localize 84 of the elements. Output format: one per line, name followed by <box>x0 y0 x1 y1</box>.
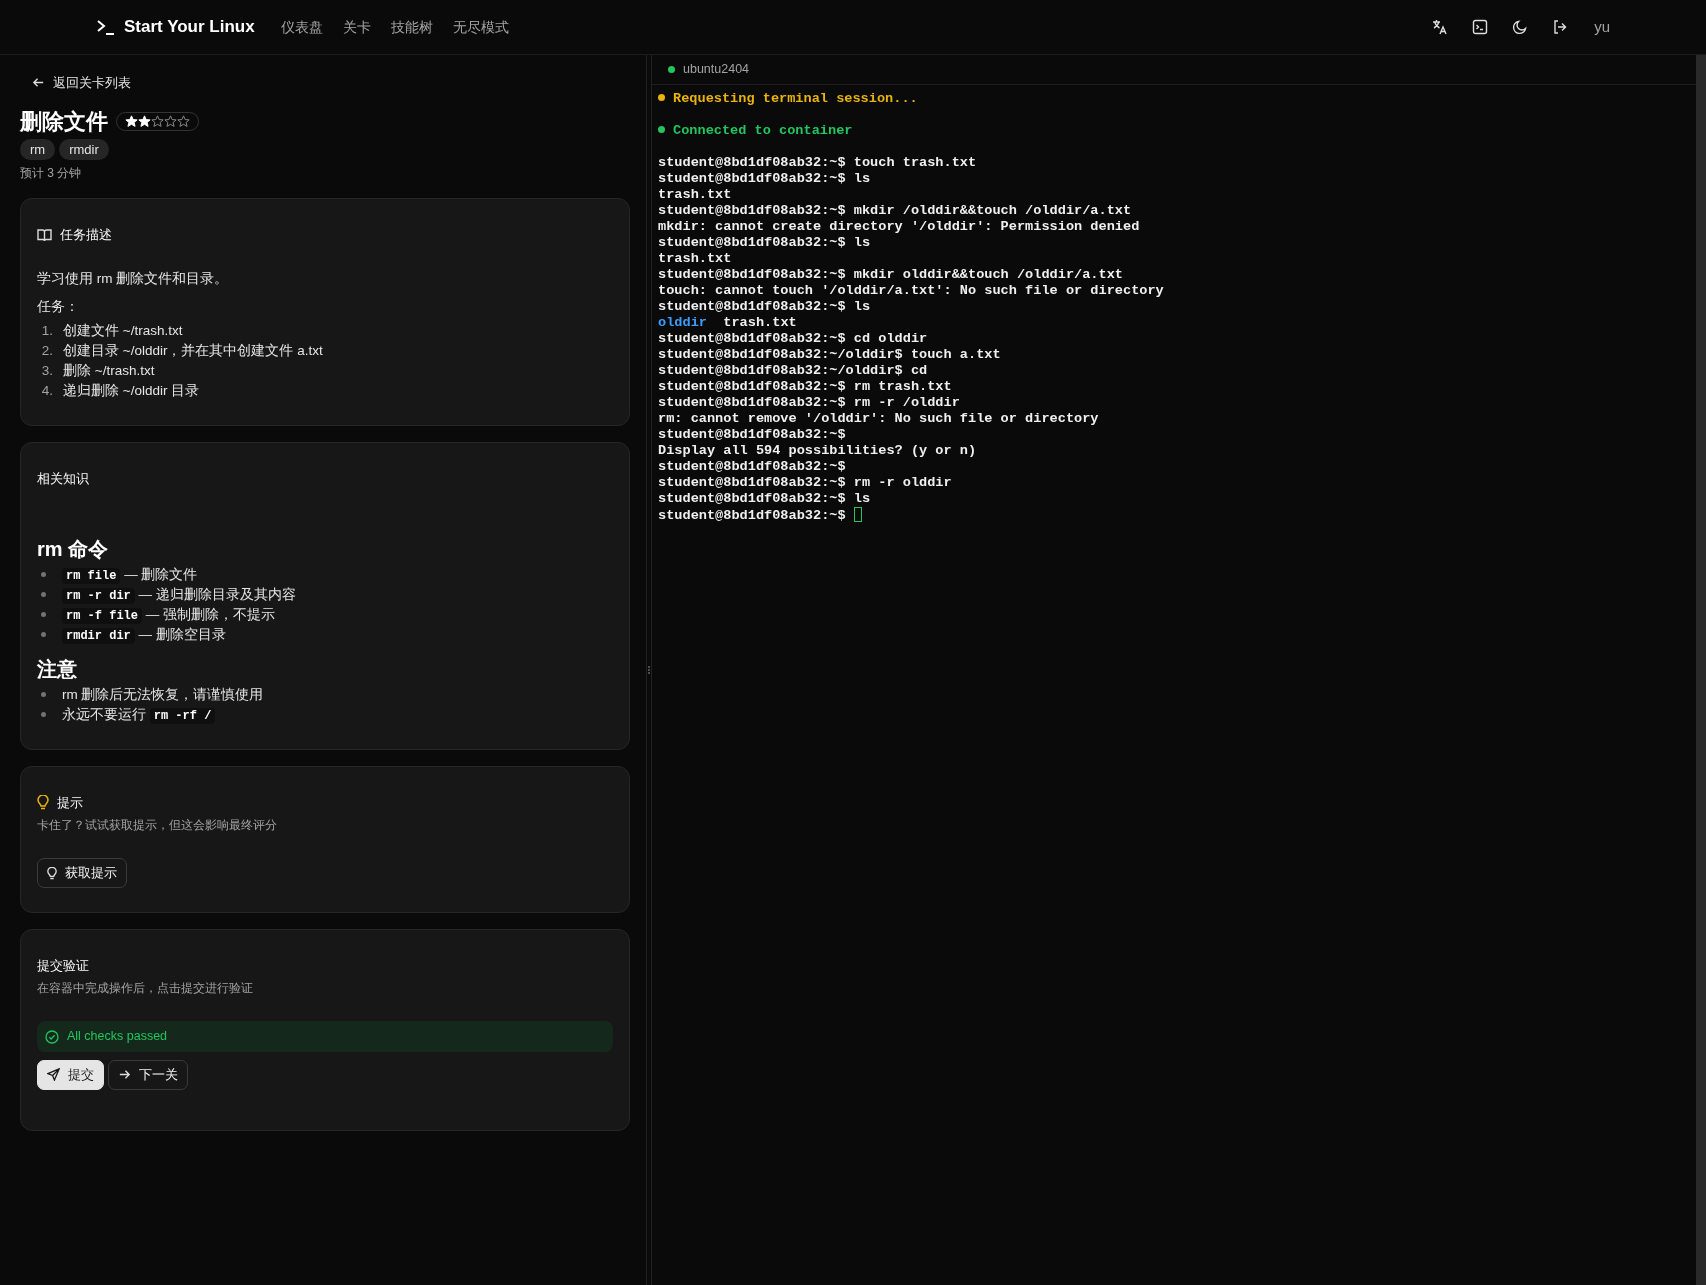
terminal-line: trash.txt <box>658 187 732 202</box>
status-line: Connected to container <box>658 123 853 138</box>
get-hint-button[interactable]: 获取提示 <box>37 858 127 888</box>
terminal-line: Display all 594 possibilities? (y or n) <box>658 443 977 458</box>
filled-star-icon <box>138 115 151 129</box>
level-title: 删除文件 <box>20 108 108 135</box>
card-title: 任务描述 <box>60 226 112 245</box>
terminal-line: trash.txt <box>658 251 732 266</box>
list-number: 3. <box>40 362 54 381</box>
terminal-line: student@8bd1df08ab32:~$ touch trash.txt <box>658 155 977 170</box>
tag: rmdir <box>59 138 109 161</box>
bullet <box>41 592 46 598</box>
lightbulb-icon <box>47 866 57 880</box>
list-number: 4. <box>40 382 54 401</box>
status-line: Requesting terminal session... <box>658 91 918 106</box>
terminal-line: student@8bd1df08ab32:~/olddir$ cd <box>658 363 928 378</box>
estimate-text: 预计 3 分钟 <box>20 165 83 183</box>
card-title: 相关知识 <box>37 470 90 489</box>
card-title: 提交验证 <box>37 956 90 975</box>
terminal-line: student@8bd1df08ab32:~$ cd olddir <box>658 331 928 346</box>
file-name: trash.txt <box>723 315 797 330</box>
task-item: 创建目录 ~/olddir，并在其中创建文件 a.txt <box>63 342 323 361</box>
task-item: 创建文件 ~/trash.txt <box>63 322 183 341</box>
terminal-line: student@8bd1df08ab32:~$ ls <box>658 491 871 506</box>
terminal-line: student@8bd1df08ab32:~$ ls <box>658 171 871 186</box>
list-number: 2. <box>40 342 54 361</box>
list-item: rmdir dir — 删除空目录 <box>62 624 226 645</box>
list-item: rm -r dir — 递归删除目录及其内容 <box>62 584 296 605</box>
back-link[interactable]: 返回关卡列表 <box>20 73 131 93</box>
terminal-line: student@8bd1df08ab32:~/olddir$ touch a.txt <box>658 347 1001 362</box>
bullet <box>41 712 46 718</box>
terminal-line: student@8bd1df08ab32:~$ <box>658 508 846 523</box>
terminal-prompt-icon <box>96 18 116 36</box>
directory-name: olddir <box>658 315 707 330</box>
tasks-label: 任务： <box>37 298 80 317</box>
description-text: 学习使用 rm 删除文件和目录。 <box>37 269 230 288</box>
logo-text[interactable]: Start Your Linux <box>124 14 255 40</box>
section-heading: rm 命令 <box>37 536 110 561</box>
section-heading: 注意 <box>37 656 78 681</box>
list-number: 1. <box>40 322 54 341</box>
terminal-line: student@8bd1df08ab32:~$ mkdir /olddir&&touch /olddir/a.txt <box>658 203 1132 218</box>
bullet <box>41 692 46 698</box>
nav-link[interactable]: 仪表盘 <box>270 16 333 38</box>
hint-description: 卡住了？试试获取提示，但这会影响最终评分 <box>37 817 278 835</box>
card-title: 提示 <box>57 793 83 812</box>
empty-star-icon <box>164 115 177 129</box>
terminal-line: mkdir: cannot create directory '/olddir': Permission denied <box>658 219 1140 234</box>
terminal-line: student@8bd1df08ab32:~$ ls <box>658 235 871 250</box>
nav-link[interactable]: 技能树 <box>380 16 443 38</box>
submit-description: 在容器中完成操作后，点击提交进行验证 <box>37 980 254 998</box>
list-item: 永远不要运行 rm -rf / <box>62 704 216 725</box>
resize-handle-icon[interactable] <box>648 665 650 675</box>
empty-star-icon <box>151 115 164 129</box>
bullet <box>41 632 46 638</box>
empty-star-icon <box>177 115 190 129</box>
terminal-line: student@8bd1df08ab32:~$ rm trash.txt <box>658 379 952 394</box>
terminal-line: student@8bd1df08ab32:~$ rm -r /olddir <box>658 395 960 410</box>
list-item: rm 删除后无法恢复，请谨慎使用 <box>62 685 264 704</box>
nav-link[interactable]: 无尽模式 <box>442 16 519 38</box>
submit-button[interactable]: 提交 <box>37 1060 104 1090</box>
terminal-line: touch: cannot touch '/olddir/a.txt': No such file or directory <box>658 283 1164 298</box>
task-item: 递归删除 ~/olddir 目录 <box>63 382 200 401</box>
next-level-button[interactable]: 下一关 <box>108 1060 188 1090</box>
terminal-line: student@8bd1df08ab32:~$ ls <box>658 299 871 314</box>
bullet <box>41 572 46 578</box>
task-item: 删除 ~/trash.txt <box>63 362 155 381</box>
terminal-line: student@8bd1df08ab32:~$ mkdir olddir&&touch /olddir/a.txt <box>658 267 1123 282</box>
user-name[interactable]: yu <box>1594 15 1610 39</box>
terminal-line: student@8bd1df08ab32:~$ rm -r olddir <box>658 475 952 490</box>
lightbulb-icon <box>37 795 49 811</box>
send-icon <box>47 1068 60 1082</box>
check-circle-icon <box>45 1029 59 1044</box>
host-name: ubuntu2404 <box>683 61 750 79</box>
list-item: rm file — 删除文件 <box>62 564 198 585</box>
terminal-line: student@8bd1df08ab32:~$ <box>658 427 846 442</box>
book-icon <box>37 228 52 243</box>
list-item: rm -f file — 强制删除，不提示 <box>62 604 276 625</box>
result-text: All checks passed <box>67 1028 168 1046</box>
terminal-line: rm: cannot remove '/olddir': No such file or directory <box>658 411 1099 426</box>
nav-link[interactable]: 关卡 <box>332 16 381 38</box>
terminal-line: student@8bd1df08ab32:~$ <box>658 459 846 474</box>
tag: rm <box>20 138 56 161</box>
filled-star-icon <box>125 115 138 129</box>
bullet <box>41 612 46 618</box>
